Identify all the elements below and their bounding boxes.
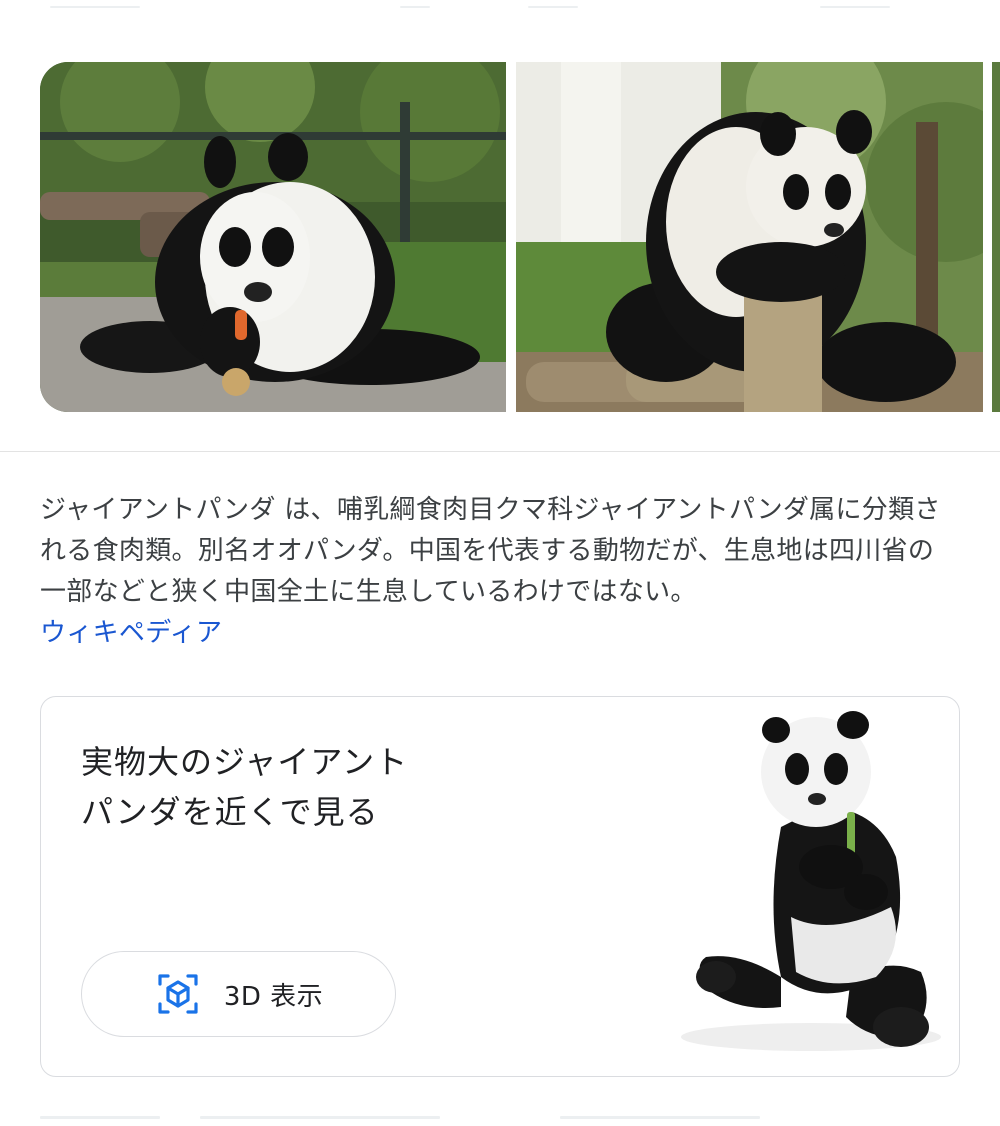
card-title: 実物大のジャイアントパンダを近くで見る xyxy=(81,743,409,831)
panda-3d-preview[interactable] xyxy=(671,707,956,1072)
section-divider xyxy=(0,451,1000,452)
panda-photo-1[interactable] xyxy=(40,62,506,412)
image-carousel[interactable] xyxy=(0,62,1000,412)
3d-cube-icon xyxy=(158,974,198,1014)
view-in-3d-label: 3D 表示 xyxy=(223,981,324,1012)
panda-photo-2[interactable] xyxy=(516,62,983,412)
3d-view-card: 実物大のジャイアントパンダを近くで見る 3D 表示 xyxy=(40,696,960,1077)
bottom-scroll-hint xyxy=(0,1112,1000,1126)
view-in-3d-button[interactable]: 3D 表示 xyxy=(81,951,396,1037)
knowledge-description: ジャイアントパンダ は、哺乳綱食肉目クマ科ジャイアントパンダ属に分類される食肉類… xyxy=(40,490,960,654)
panda-photo-3-partial[interactable] xyxy=(992,62,1000,412)
description-text: ジャイアントパンダ は、哺乳綱食肉目クマ科ジャイアントパンダ属に分類される食肉類… xyxy=(40,495,941,607)
top-scroll-hint xyxy=(0,0,1000,20)
wikipedia-link[interactable]: ウィキペディア xyxy=(40,613,222,654)
